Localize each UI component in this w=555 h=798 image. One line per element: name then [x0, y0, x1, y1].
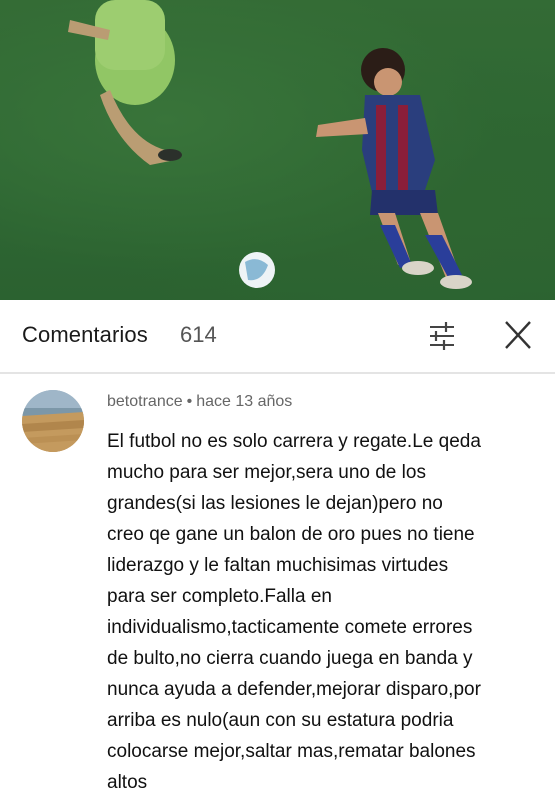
video-player[interactable] [0, 0, 555, 300]
avatar[interactable] [22, 390, 84, 452]
comment-item: betotrance • hace 13 años El futbol no es … [0, 374, 555, 796]
comment-meta: betotrance • hace 13 años [107, 393, 292, 411]
comments-header: Comentarios 614 [0, 300, 555, 374]
comment-timestamp: hace 13 años [196, 393, 293, 410]
comments-count: 614 [180, 322, 217, 347]
avatar-image [22, 390, 84, 452]
comment-author[interactable]: betotrance [107, 393, 183, 410]
sort-filter-button[interactable] [422, 318, 462, 354]
close-icon [505, 321, 531, 349]
video-frame [0, 0, 555, 300]
meta-separator: • [186, 393, 193, 410]
comment-text: El futbol no es solo carrera y regate.Le… [107, 431, 481, 793]
comments-title: Comentarios [22, 322, 148, 347]
sliders-icon [430, 322, 454, 350]
close-comments-button[interactable] [498, 318, 538, 354]
soccer-ball [239, 252, 275, 288]
